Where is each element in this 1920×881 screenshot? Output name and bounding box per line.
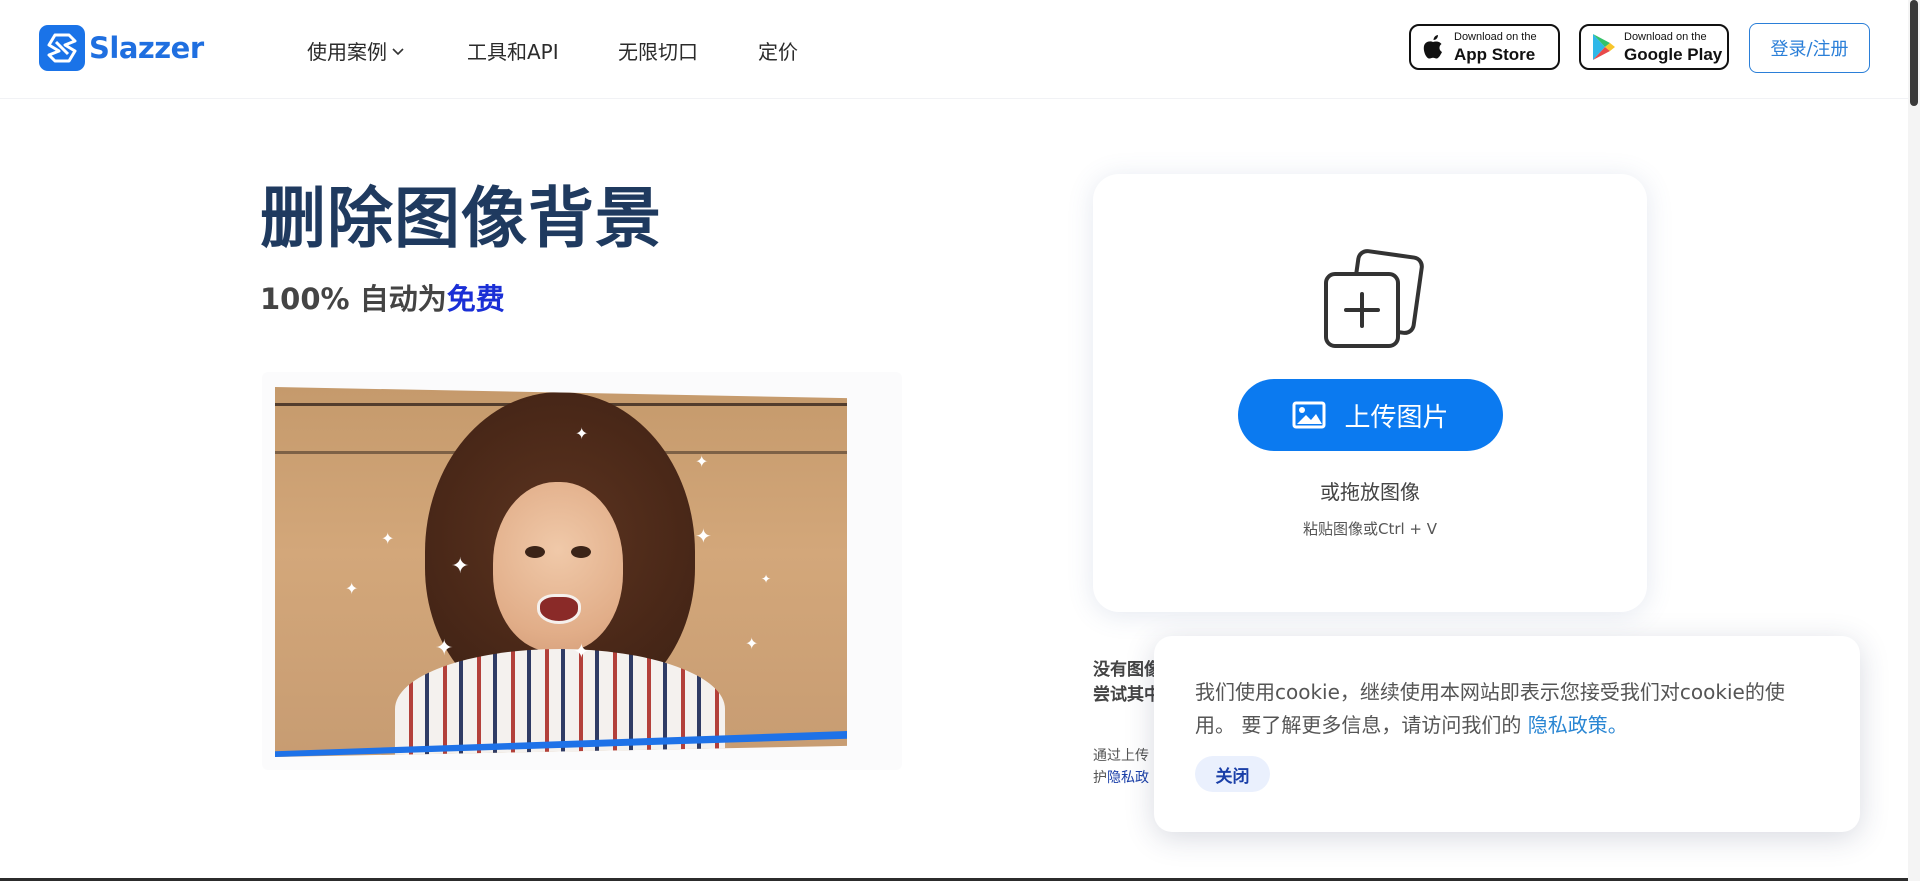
hero-subtitle-prefix: 100% 自动为 (260, 282, 447, 316)
terms-text-line2: 护隐私政 (1093, 767, 1155, 787)
upload-image-label: 上传图片 (1344, 402, 1449, 433)
app-store-button[interactable]: Download on the App Store (1409, 24, 1560, 70)
hero-subtitle-free: 免费 (446, 282, 505, 316)
brand-name: Slazzer (89, 31, 204, 65)
sparkle-icon: ✦ (345, 581, 359, 598)
sparkle-icon: ✦ (745, 636, 759, 653)
nav-pricing[interactable]: 定价 (758, 36, 798, 65)
google-play-icon (1593, 34, 1615, 60)
page-scrollbar[interactable] (1908, 0, 1920, 881)
hero-title: 删除图像背景 (260, 180, 662, 257)
sparkle-icon: ✦ (573, 641, 590, 663)
sparkle-icon: ✦ (695, 454, 709, 471)
eye (571, 546, 591, 558)
sparkle-icon: ✦ (761, 572, 772, 586)
sparkle-icon: ✦ (695, 526, 712, 548)
app-store-big: App Store (1454, 44, 1536, 64)
nav-use-cases-label: 使用案例 (307, 40, 387, 64)
login-register-button[interactable]: 登录/注册 (1749, 23, 1870, 73)
cookie-banner: 我们使用cookie，继续使用本网站即表示您接受我们对cookie的使用。 要了… (1154, 636, 1860, 832)
drop-image-text: 或拖放图像 (1320, 480, 1420, 504)
no-image-text: 没有图像 (1093, 660, 1155, 680)
google-play-small: Download on the (1624, 30, 1707, 43)
nav-tools-api[interactable]: 工具和API (467, 36, 559, 65)
nav-unlimited[interactable]: 无限切口 (618, 36, 698, 65)
upload-image-button[interactable]: 上传图片 (1238, 379, 1503, 451)
privacy-policy-link[interactable]: 隐私政策。 (1528, 713, 1628, 737)
sparkle-icon: ✦ (381, 531, 395, 548)
sparkle-icon: ✦ (575, 426, 589, 443)
terms-prefix: 护 (1093, 770, 1107, 786)
cookie-message: 我们使用cookie，继续使用本网站即表示您接受我们对cookie的使用。 要了… (1195, 676, 1805, 742)
slazzer-logo[interactable]: Slazzer (39, 25, 204, 71)
scrollbar-thumb[interactable] (1910, 0, 1918, 106)
apple-icon (1423, 35, 1442, 59)
nav-tools-api-label: 工具和API (467, 40, 559, 64)
site-header: Slazzer 使用案例 工具和API 无限切口 定价 Download on … (0, 0, 1908, 99)
cookie-close-button[interactable]: 关闭 (1195, 756, 1270, 792)
privacy-policy-link-partial[interactable]: 隐私政 (1107, 770, 1149, 786)
mouth (537, 594, 581, 624)
eye (525, 546, 545, 558)
add-images-icon (1324, 249, 1424, 348)
sparkle-icon: ✦ (435, 635, 454, 660)
cookie-message-text: 我们使用cookie，继续使用本网站即表示您接受我们对cookie的使用。 要了… (1195, 680, 1785, 737)
google-play-big: Google Play (1624, 44, 1723, 64)
upload-card[interactable]: 上传图片 或拖放图像 粘贴图像或Ctrl + V (1093, 174, 1647, 612)
demo-image: ✦ ✦ ✦ ✦ ✦ ✦ ✦ ✦ ✦ ✦ (275, 387, 847, 757)
sparkle-icon: ✦ (451, 553, 470, 578)
nav-unlimited-label: 无限切口 (618, 40, 698, 64)
nav-use-cases[interactable]: 使用案例 (307, 36, 405, 65)
chevron-down-icon (392, 47, 404, 55)
slazzer-logo-icon (39, 25, 85, 71)
image-icon (1292, 401, 1326, 429)
hero-subtitle: 100% 自动为免费 (260, 276, 505, 318)
terms-text-line1: 通过上传 (1093, 748, 1149, 764)
app-store-small: Download on the (1454, 30, 1537, 43)
face (493, 482, 623, 652)
google-play-button[interactable]: Download on the Google Play (1579, 24, 1729, 70)
try-samples-text: 尝试其中 (1093, 685, 1155, 705)
nav-pricing-label: 定价 (758, 40, 798, 64)
paste-image-hint: 粘贴图像或Ctrl + V (1302, 520, 1438, 538)
